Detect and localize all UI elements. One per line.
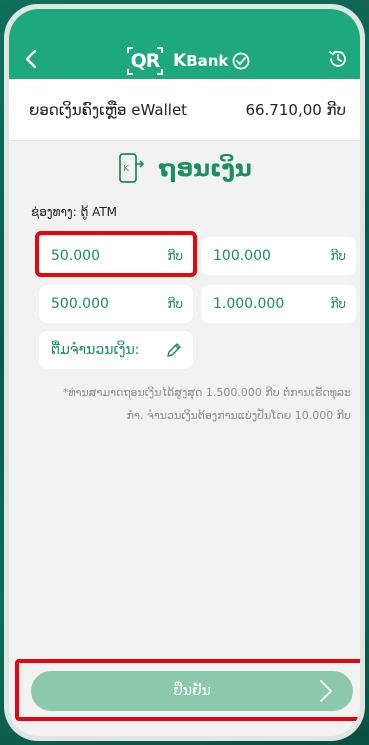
amount-currency: ກີບ: [330, 249, 346, 263]
channel-label: ຊ່ອງທາງ: ຕູ້ ATM: [31, 205, 118, 219]
qr-logo-text: QR: [130, 50, 161, 72]
qr-logo: QR: [127, 47, 163, 75]
amount-option-1000000[interactable]: 1.000.000 ກີບ: [201, 285, 356, 323]
confirm-label: ຢືນຢັນ: [173, 683, 211, 699]
phone-frame: QR K Bank ຍອດເງິນຄົງເຫຼືອ eWallet 66.710,…: [4, 4, 365, 741]
history-clock-icon[interactable]: [326, 47, 350, 71]
note-line-2: ກຳ. ຈຳນວນເງິນຕ້ອງການແບ່ງປັນໂດຍ 10.000 ກີ…: [126, 409, 351, 422]
app-header: QR K Bank: [9, 9, 360, 79]
chevron-right-icon: [320, 680, 332, 702]
pencil-icon: [167, 343, 181, 357]
balance-value: 66.710,00 ກີບ: [245, 100, 346, 119]
kbank-logo: K Bank: [173, 51, 250, 71]
page-title: ຖອນເງິນ: [159, 156, 252, 182]
custom-amount-button[interactable]: ຕື່ມຈຳນວນເງິນ:: [39, 331, 193, 369]
chevron-left-icon[interactable]: [21, 47, 41, 71]
amount-option-500000[interactable]: 500.000 ກີບ: [39, 285, 193, 323]
amount-value: 100.000: [213, 248, 271, 264]
kbank-name: Bank: [186, 52, 229, 70]
kbank-k-letter: K: [173, 51, 187, 71]
balance-label: ຍອດເງິນຄົງເຫຼືອ eWallet: [29, 100, 188, 119]
amount-currency: ກີບ: [330, 297, 346, 311]
kbank-leaf-icon: [233, 52, 250, 70]
amount-value: 50.000: [51, 248, 100, 264]
amount-value: 500.000: [51, 296, 109, 312]
amount-currency: ກີບ: [167, 297, 183, 311]
brand-logo: QR K Bank: [127, 47, 250, 75]
confirm-button[interactable]: ຢືນຢັນ: [31, 671, 353, 711]
amount-value: 1.000.000: [213, 296, 285, 312]
withdraw-limit-note: *ທ່ານສາມາດຖອນເງິນໄດ້ສູງສຸດ 1.500.000 ກີບ…: [33, 381, 351, 427]
svg-text:K: K: [124, 164, 130, 173]
amount-currency: ກີບ: [167, 249, 183, 263]
amount-option-50000[interactable]: 50.000 ກີບ: [39, 237, 193, 275]
amount-option-100000[interactable]: 100.000 ກີບ: [201, 237, 356, 275]
custom-amount-label: ຕື່ມຈຳນວນເງິນ:: [51, 342, 140, 358]
wallet-balance-bar: ຍອດເງິນຄົງເຫຼືອ eWallet 66.710,00 ກີບ: [9, 79, 360, 141]
page-title-row: K ຖອນເງິນ: [9, 149, 360, 189]
withdraw-phone-icon: K: [119, 153, 145, 183]
app-screen: QR K Bank ຍອດເງິນຄົງເຫຼືອ eWallet 66.710,…: [9, 9, 360, 736]
note-line-1: *ທ່ານສາມາດຖອນເງິນໄດ້ສູງສຸດ 1.500.000 ກີບ…: [62, 386, 351, 399]
